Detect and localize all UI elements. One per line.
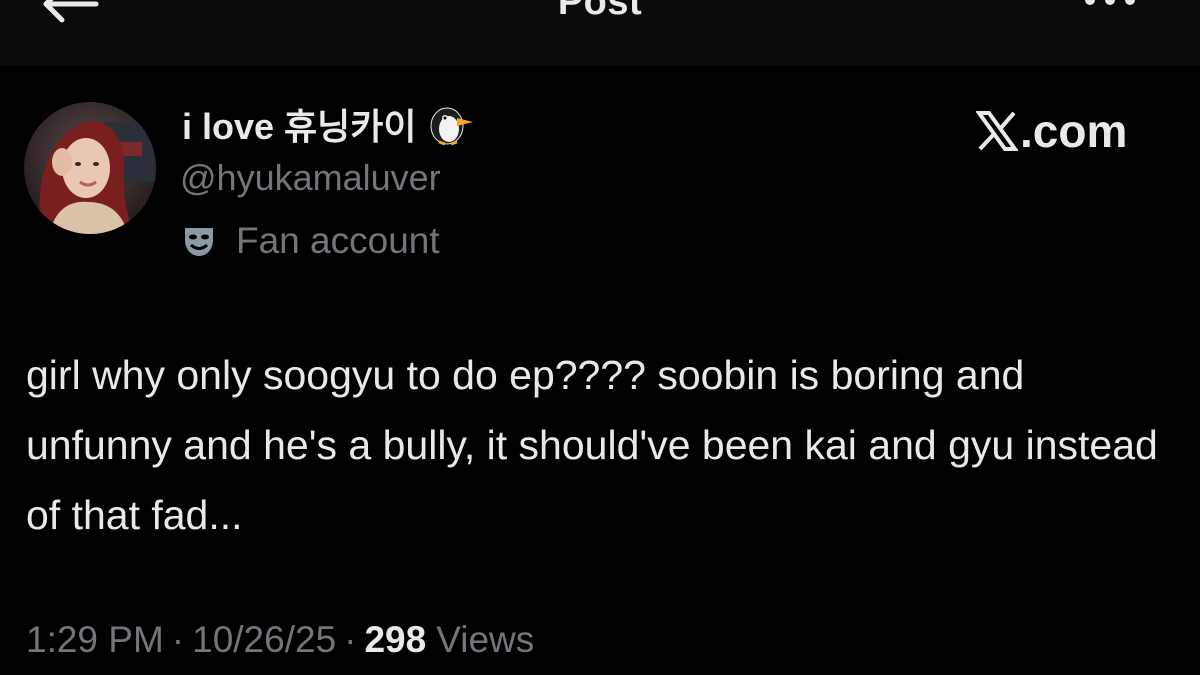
x-com-watermark: .com — [976, 100, 1127, 162]
post-meta: 1:29 PM · 10/26/25 · 298 Views — [26, 612, 534, 668]
x-logo-icon — [976, 110, 1018, 152]
author-handle[interactable]: @hyukamaluver — [180, 156, 441, 200]
author-display-name[interactable]: i love 휴닝카이 — [182, 98, 475, 150]
top-bar: Post — [0, 0, 1200, 66]
watermark-text: .com — [1020, 105, 1128, 157]
account-label: Fan account — [182, 216, 440, 266]
more-horizontal-icon — [1080, 0, 1140, 15]
meta-separator: · — [344, 619, 357, 660]
avatar[interactable] — [24, 102, 156, 234]
views-label: Views — [436, 619, 535, 660]
account-label-text: Fan account — [236, 220, 440, 261]
more-options-button[interactable] — [1070, 0, 1150, 26]
views-count[interactable]: 298 — [364, 619, 426, 661]
performing-arts-mask-icon — [182, 224, 216, 258]
penguin-icon — [423, 102, 475, 146]
display-name-text: i love 휴닝카이 — [182, 106, 417, 147]
post-text: girl why only soogyu to do ep???? soobin… — [26, 352, 1158, 538]
post-date[interactable]: 10/26/25 — [192, 619, 336, 661]
meta-separator: · — [171, 619, 185, 660]
post-time[interactable]: 1:29 PM — [26, 619, 164, 661]
page-title: Post — [557, 0, 643, 23]
